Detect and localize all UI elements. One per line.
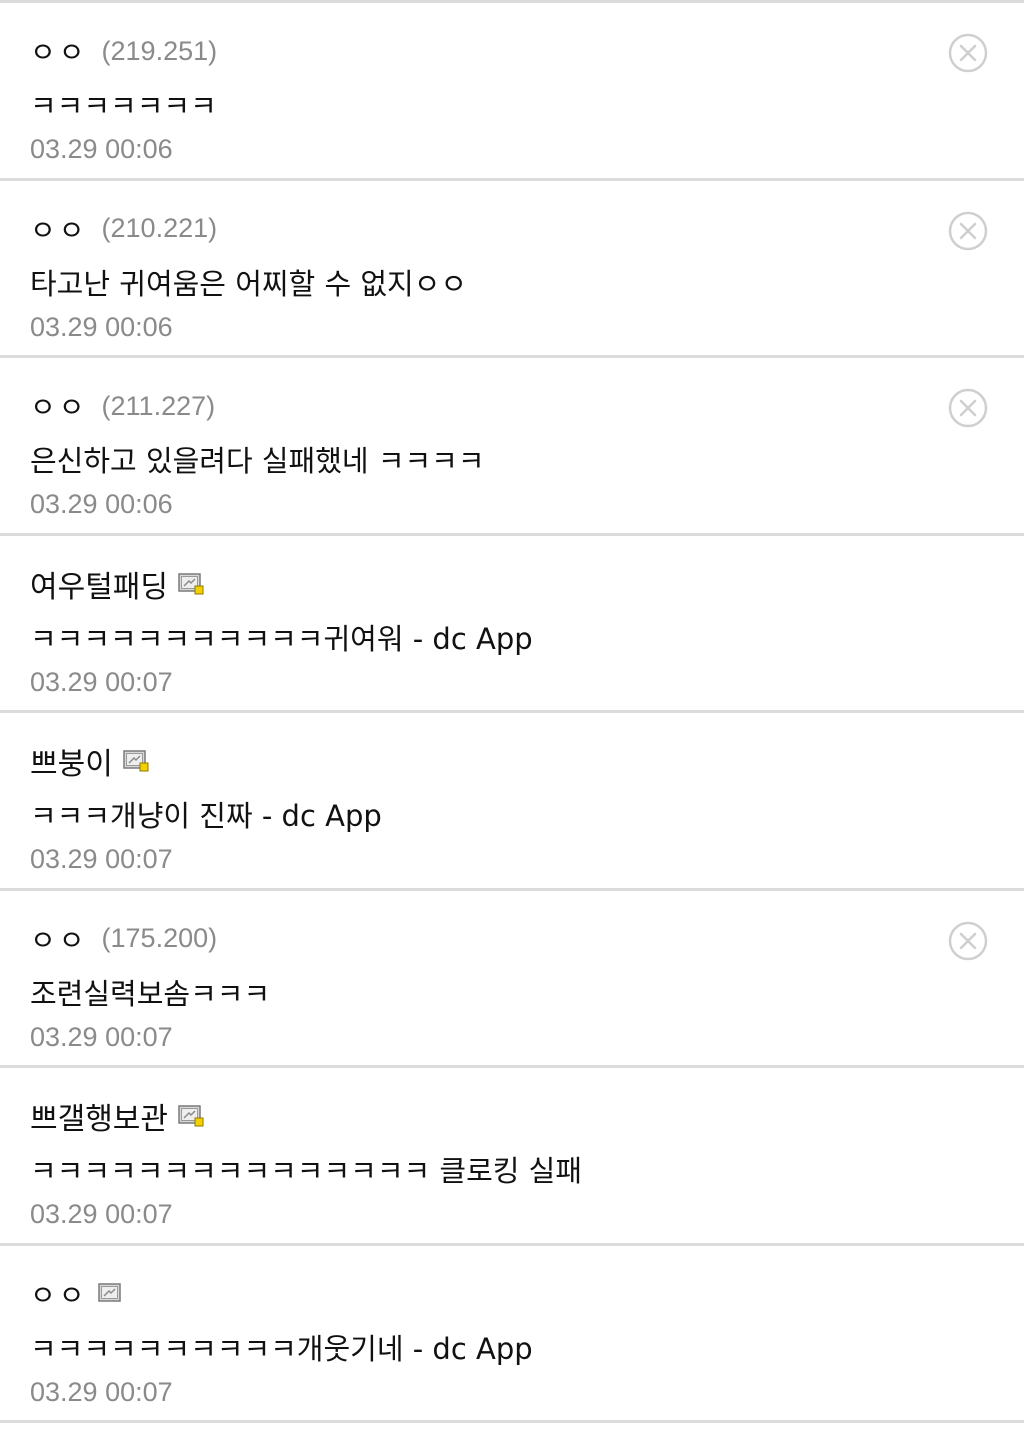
comment-timestamp: 03.29 00:06 (30, 489, 173, 519)
fixed-nick-icon (178, 1105, 204, 1127)
close-circle-icon (948, 33, 988, 73)
comment-ip: (219.251) (101, 35, 218, 66)
comment-text: ㅋㅋㅋㅋㅋㅋㅋㅋㅋㅋ개웃기네 - dc App (30, 1331, 533, 1366)
comment-text: ㅋㅋㅋㅋㅋㅋㅋㅋㅋㅋㅋ귀여워 - dc App (30, 621, 533, 656)
comment-item: 여우털패딩 ㅋㅋㅋㅋㅋㅋㅋㅋㅋㅋㅋ귀여워 - dc App 03.29 00:0… (0, 536, 1024, 713)
comment-text: 타고난 귀여움은 어찌할 수 없지ㅇㅇ (30, 266, 468, 301)
comment-item: ㅇㅇ (211.227) 은신하고 있을려다 실패했네 ㅋㅋㅋㅋ 03.29 0… (0, 358, 1024, 536)
comment-item: ㅇㅇ (175.200) 조련실력보솜ㅋㅋㅋ 03.29 00:07 (0, 891, 1024, 1068)
comment-author-line: ㅇㅇ (210.221) (30, 209, 217, 249)
comment-author-line: ㅇㅇ (211.227) (30, 386, 215, 426)
comment-item: ㅇㅇ ㅋㅋㅋㅋㅋㅋㅋㅋㅋㅋ개웃기네 - dc App 03.29 00:07 (0, 1246, 1024, 1423)
comment-author-line: ㅇㅇ (175.200) (30, 919, 217, 959)
comment-item: 쁘붕이 ㅋㅋㅋ개냥이 진짜 - dc App 03.29 00:07 (0, 713, 1024, 891)
comment-timestamp: 03.29 00:07 (30, 1199, 173, 1229)
delete-comment-button[interactable] (948, 388, 988, 428)
delete-comment-button[interactable] (948, 211, 988, 251)
close-circle-icon (948, 921, 988, 960)
close-circle-icon (948, 211, 988, 250)
comment-timestamp: 03.29 00:07 (30, 1376, 173, 1407)
comment-timestamp: 03.29 00:06 (30, 311, 173, 342)
comment-nickname[interactable]: ㅇㅇ (30, 1274, 88, 1314)
delete-comment-button[interactable] (948, 33, 988, 73)
comment-nickname[interactable]: ㅇㅇ (30, 31, 88, 71)
comment-timestamp: 03.29 00:06 (30, 134, 173, 164)
comment-item: ㅇㅇ (210.221) 타고난 귀여움은 어찌할 수 없지ㅇㅇ 03.29 0… (0, 181, 1024, 358)
comment-nickname[interactable]: 여우털패딩 (30, 562, 168, 606)
delete-comment-button[interactable] (948, 921, 988, 961)
comment-nickname[interactable]: ㅇㅇ (30, 209, 88, 249)
fixed-nick-icon (97, 1282, 124, 1305)
comment-author-line: ㅇㅇ (219.251) (30, 31, 217, 71)
close-circle-icon (948, 388, 988, 428)
comment-timestamp: 03.29 00:07 (30, 1021, 173, 1052)
comment-author-line: 여우털패딩 (30, 562, 204, 606)
comment-list: ㅇㅇ (219.251) ㅋㅋㅋㅋㅋㅋㅋ 03.29 00:06 ㅇㅇ (210… (0, 0, 1024, 1423)
comment-text: 조련실력보솜ㅋㅋㅋ (30, 976, 271, 1011)
comment-item: ㅇㅇ (219.251) ㅋㅋㅋㅋㅋㅋㅋ 03.29 00:06 (0, 3, 1024, 181)
fixed-nick-icon (178, 572, 204, 595)
comment-ip: (175.200) (101, 923, 218, 953)
comment-text: ㅋㅋㅋㅋㅋㅋㅋ (30, 89, 217, 123)
fixed-nick-icon (123, 750, 149, 772)
comment-text: ㅋㅋㅋㅋㅋㅋㅋㅋㅋㅋㅋㅋㅋㅋㅋ 클로킹 실패 (30, 1154, 583, 1188)
comment-nickname[interactable]: 쁘붕이 (30, 739, 113, 783)
comment-nickname[interactable]: ㅇㅇ (30, 386, 88, 426)
comment-timestamp: 03.29 00:07 (30, 844, 173, 874)
comment-author-line: ㅇㅇ (30, 1274, 124, 1314)
comment-ip: (210.221) (101, 213, 218, 243)
comment-item: 쁘갤행보관 ㅋㅋㅋㅋㅋㅋㅋㅋㅋㅋㅋㅋㅋㅋㅋ 클로킹 실패 03.29 00:07 (0, 1068, 1024, 1246)
comment-author-line: 쁘붕이 (30, 739, 149, 783)
comment-author-line: 쁘갤행보관 (30, 1094, 204, 1138)
comment-text: ㅋㅋㅋ개냥이 진짜 - dc App (30, 799, 382, 833)
comment-nickname[interactable]: ㅇㅇ (30, 919, 88, 959)
comment-ip: (211.227) (101, 390, 216, 421)
comment-nickname[interactable]: 쁘갤행보관 (30, 1094, 168, 1138)
comment-text: 은신하고 있을려다 실패했네 ㅋㅋㅋㅋ (30, 444, 485, 478)
comment-timestamp: 03.29 00:07 (30, 666, 173, 697)
